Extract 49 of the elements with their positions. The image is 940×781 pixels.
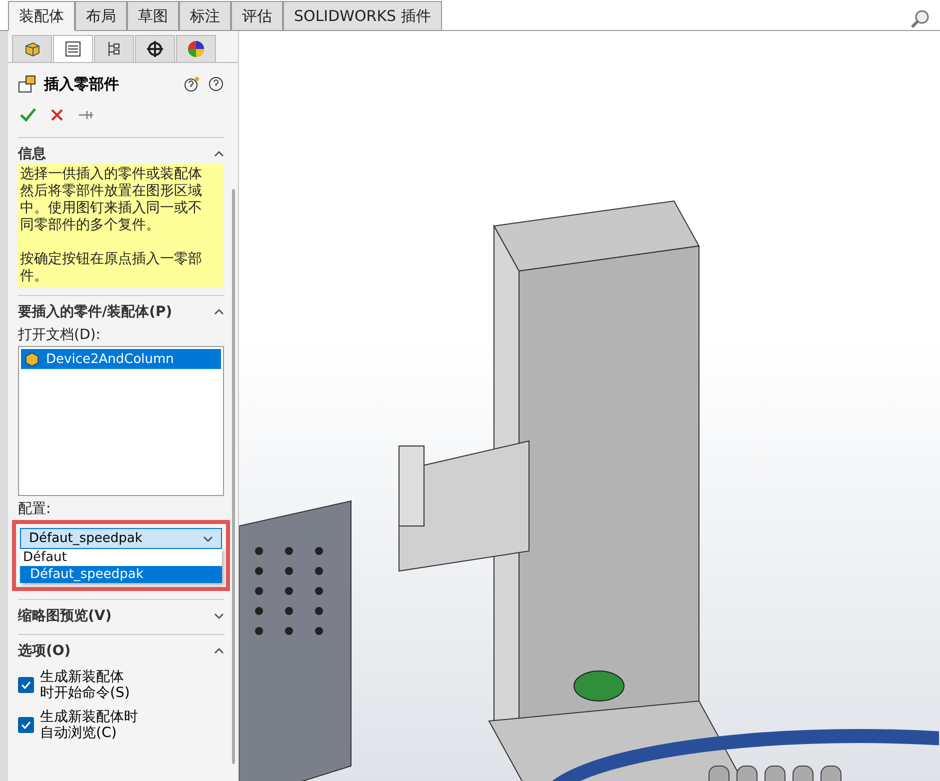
section-title: 选项(O) (18, 642, 71, 660)
assembly-icon (24, 351, 40, 367)
pin-icon[interactable] (78, 109, 94, 121)
panel-tab[interactable] (135, 35, 175, 62)
dropdown-option[interactable]: Défaut (20, 549, 222, 566)
zoom-icon[interactable] (910, 9, 930, 29)
insert-component-icon (18, 75, 36, 93)
checkmark-icon (21, 681, 31, 689)
color-ball-icon (187, 40, 205, 58)
cube-icon (23, 40, 41, 58)
command-tab[interactable]: SOLIDWORKS 插件 (283, 1, 442, 30)
checkmark-icon[interactable] (20, 108, 36, 122)
help-icon[interactable] (184, 76, 200, 92)
caret-icon[interactable] (214, 613, 224, 619)
command-tab[interactable]: 草图 (127, 1, 179, 30)
command-tab[interactable]: 布局 (75, 1, 127, 30)
panel-tab[interactable] (94, 35, 134, 62)
caret-icon[interactable] (214, 648, 224, 654)
checkbox[interactable] (18, 677, 34, 693)
command-tab[interactable]: 装配体 (8, 1, 75, 31)
caret-icon[interactable] (214, 151, 224, 157)
command-tab[interactable]: 评估 (231, 1, 283, 30)
command-tab[interactable]: 标注 (179, 1, 231, 30)
section-title: 要插入的零件/装配体(P) (18, 303, 172, 321)
list-icon (64, 40, 82, 58)
document-item[interactable]: Device2AndColumn (21, 349, 221, 369)
panel-tab[interactable] (12, 35, 52, 62)
dropdown-value: Défaut_speedpak (29, 531, 142, 546)
panel-tab[interactable] (176, 35, 216, 62)
caret-icon[interactable] (214, 309, 224, 315)
checkbox-label: 生成新装配体 时开始命令(S) (40, 669, 130, 701)
help-icon[interactable] (208, 76, 224, 92)
section-title: 信息 (18, 145, 46, 163)
checkbox-label: 生成新装配体时 自动浏览(C) (40, 709, 138, 741)
close-icon[interactable] (50, 108, 64, 122)
crosshair-icon (146, 40, 164, 58)
panel-title: 插入零部件 (44, 74, 120, 94)
caret-icon[interactable] (203, 536, 213, 542)
field-label: 配置: (18, 500, 52, 518)
scrollbar[interactable] (232, 189, 235, 764)
section-title: 缩略图预览(V) (18, 607, 112, 625)
info-text: 按确定按钮在原点插入一零部件。 (20, 251, 203, 285)
field-label: 打开文档(D): (18, 326, 102, 344)
info-text: 选择一供插入的零件或装配体然后将零部件放置在图形区域中。使用图钉来插入同一或不同零部件的多个复件。 (20, 166, 203, 234)
panel-tab[interactable] (53, 35, 93, 62)
checkbox[interactable] (18, 717, 34, 733)
checkmark-icon (21, 721, 31, 729)
configuration-dropdown[interactable]: Défaut_speedpak (20, 528, 222, 549)
dropdown-option[interactable]: Défaut_speedpak (20, 566, 222, 583)
